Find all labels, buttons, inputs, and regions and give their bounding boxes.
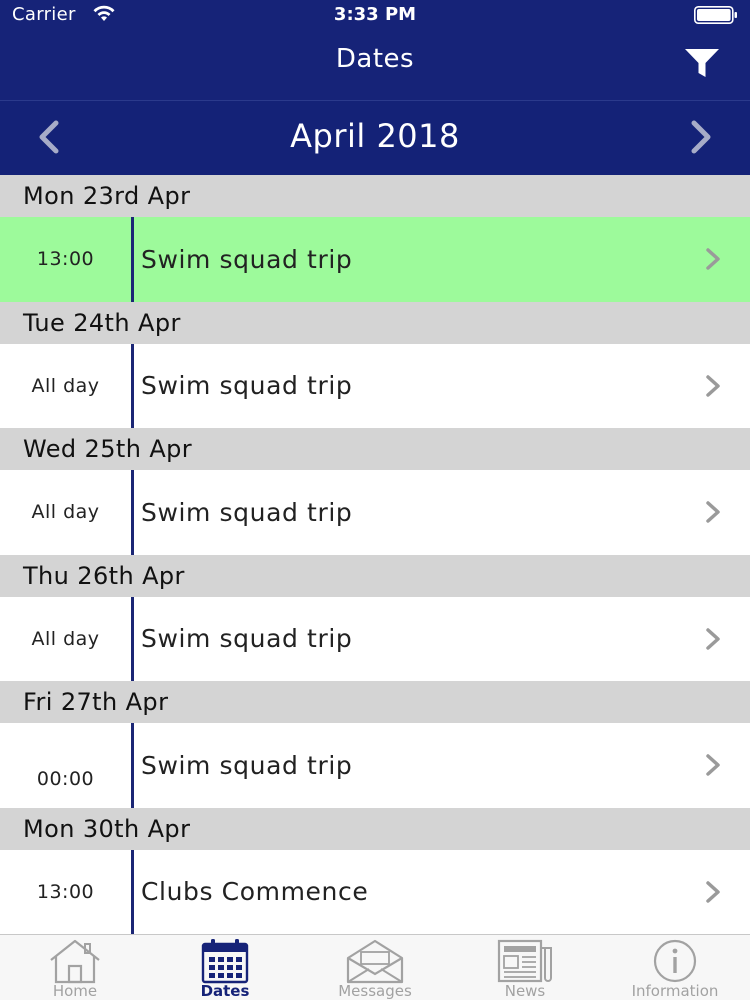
battery-icon — [694, 6, 737, 24]
chevron-right-icon — [706, 375, 720, 397]
tab-information[interactable]: Information — [600, 935, 750, 1000]
month-label: April 2018 — [290, 117, 460, 155]
page-title: Dates — [335, 44, 415, 74]
day-header: Mon 23rd Apr — [0, 175, 750, 217]
event-title: Swim squad trip — [141, 497, 353, 527]
time-divider — [131, 343, 134, 428]
newspaper-icon — [497, 939, 552, 983]
day-header: Thu 26th Apr — [0, 554, 750, 597]
event-row[interactable]: 13:00 Clubs Commence — [0, 849, 750, 934]
tab-label: News — [504, 982, 546, 1000]
day-header: Wed 25th Apr — [0, 428, 750, 470]
time-divider — [131, 849, 134, 934]
event-row[interactable]: 00:00 Swim squad trip — [0, 723, 750, 808]
status-bar: Carrier 3:33 PM — [0, 0, 750, 30]
tab-label: Messages — [338, 982, 412, 1000]
filter-icon[interactable] — [682, 46, 722, 80]
time-divider — [131, 596, 134, 681]
chevron-right-icon — [706, 881, 720, 903]
chevron-right-icon — [706, 248, 720, 270]
tab-label: Home — [52, 982, 98, 1000]
tab-bar: Home Dates Messages News Information — [0, 934, 750, 1000]
info-icon — [653, 939, 697, 983]
event-time: All day — [31, 374, 100, 397]
status-time: 3:33 PM — [333, 4, 417, 25]
day-header: Fri 27th Apr — [0, 681, 750, 723]
event-title: Swim squad trip — [141, 624, 353, 654]
events-list: Mon 23rd Apr 13:00 Swim squad trip Tue 2… — [0, 175, 750, 935]
day-header: Tue 24th Apr — [0, 301, 750, 344]
event-time: 13:00 — [36, 880, 95, 903]
tab-messages[interactable]: Messages — [300, 935, 450, 1000]
event-title: Clubs Commence — [141, 877, 369, 907]
event-title: Swim squad trip — [141, 244, 353, 274]
event-row[interactable]: 13:00 Swim squad trip — [0, 217, 750, 302]
chevron-right-icon — [706, 628, 720, 650]
month-selector: April 2018 — [0, 100, 750, 176]
dates-screen: Carrier 3:33 PM Dates April 2018 Mon 23r… — [0, 0, 750, 1000]
event-row[interactable]: All day Swim squad trip — [0, 470, 750, 555]
event-time: 13:00 — [36, 248, 95, 271]
tab-label: Information — [631, 982, 719, 1000]
navigation-bar: Carrier 3:33 PM Dates — [0, 0, 750, 100]
event-row[interactable]: All day Swim squad trip — [0, 343, 750, 428]
event-time: All day — [31, 627, 100, 650]
chevron-right-icon — [706, 754, 720, 776]
envelope-icon — [346, 939, 404, 984]
tab-dates[interactable]: Dates — [150, 935, 300, 1000]
event-row[interactable]: All day Swim squad trip — [0, 596, 750, 681]
event-title: Swim squad trip — [141, 750, 353, 780]
tab-label: Dates — [200, 982, 250, 1000]
time-divider — [131, 470, 134, 555]
event-time: All day — [31, 501, 100, 524]
chevron-right-icon — [706, 501, 720, 523]
day-header: Mon 30th Apr — [0, 807, 750, 850]
event-title: Swim squad trip — [141, 371, 353, 401]
time-divider — [131, 217, 134, 302]
chevron-right-icon[interactable] — [680, 117, 720, 157]
tab-news[interactable]: News — [450, 935, 600, 1000]
time-divider — [131, 723, 134, 808]
tab-home[interactable]: Home — [0, 935, 150, 1000]
home-icon — [50, 939, 100, 984]
event-time: 00:00 — [36, 767, 95, 790]
calendar-icon — [201, 939, 249, 984]
